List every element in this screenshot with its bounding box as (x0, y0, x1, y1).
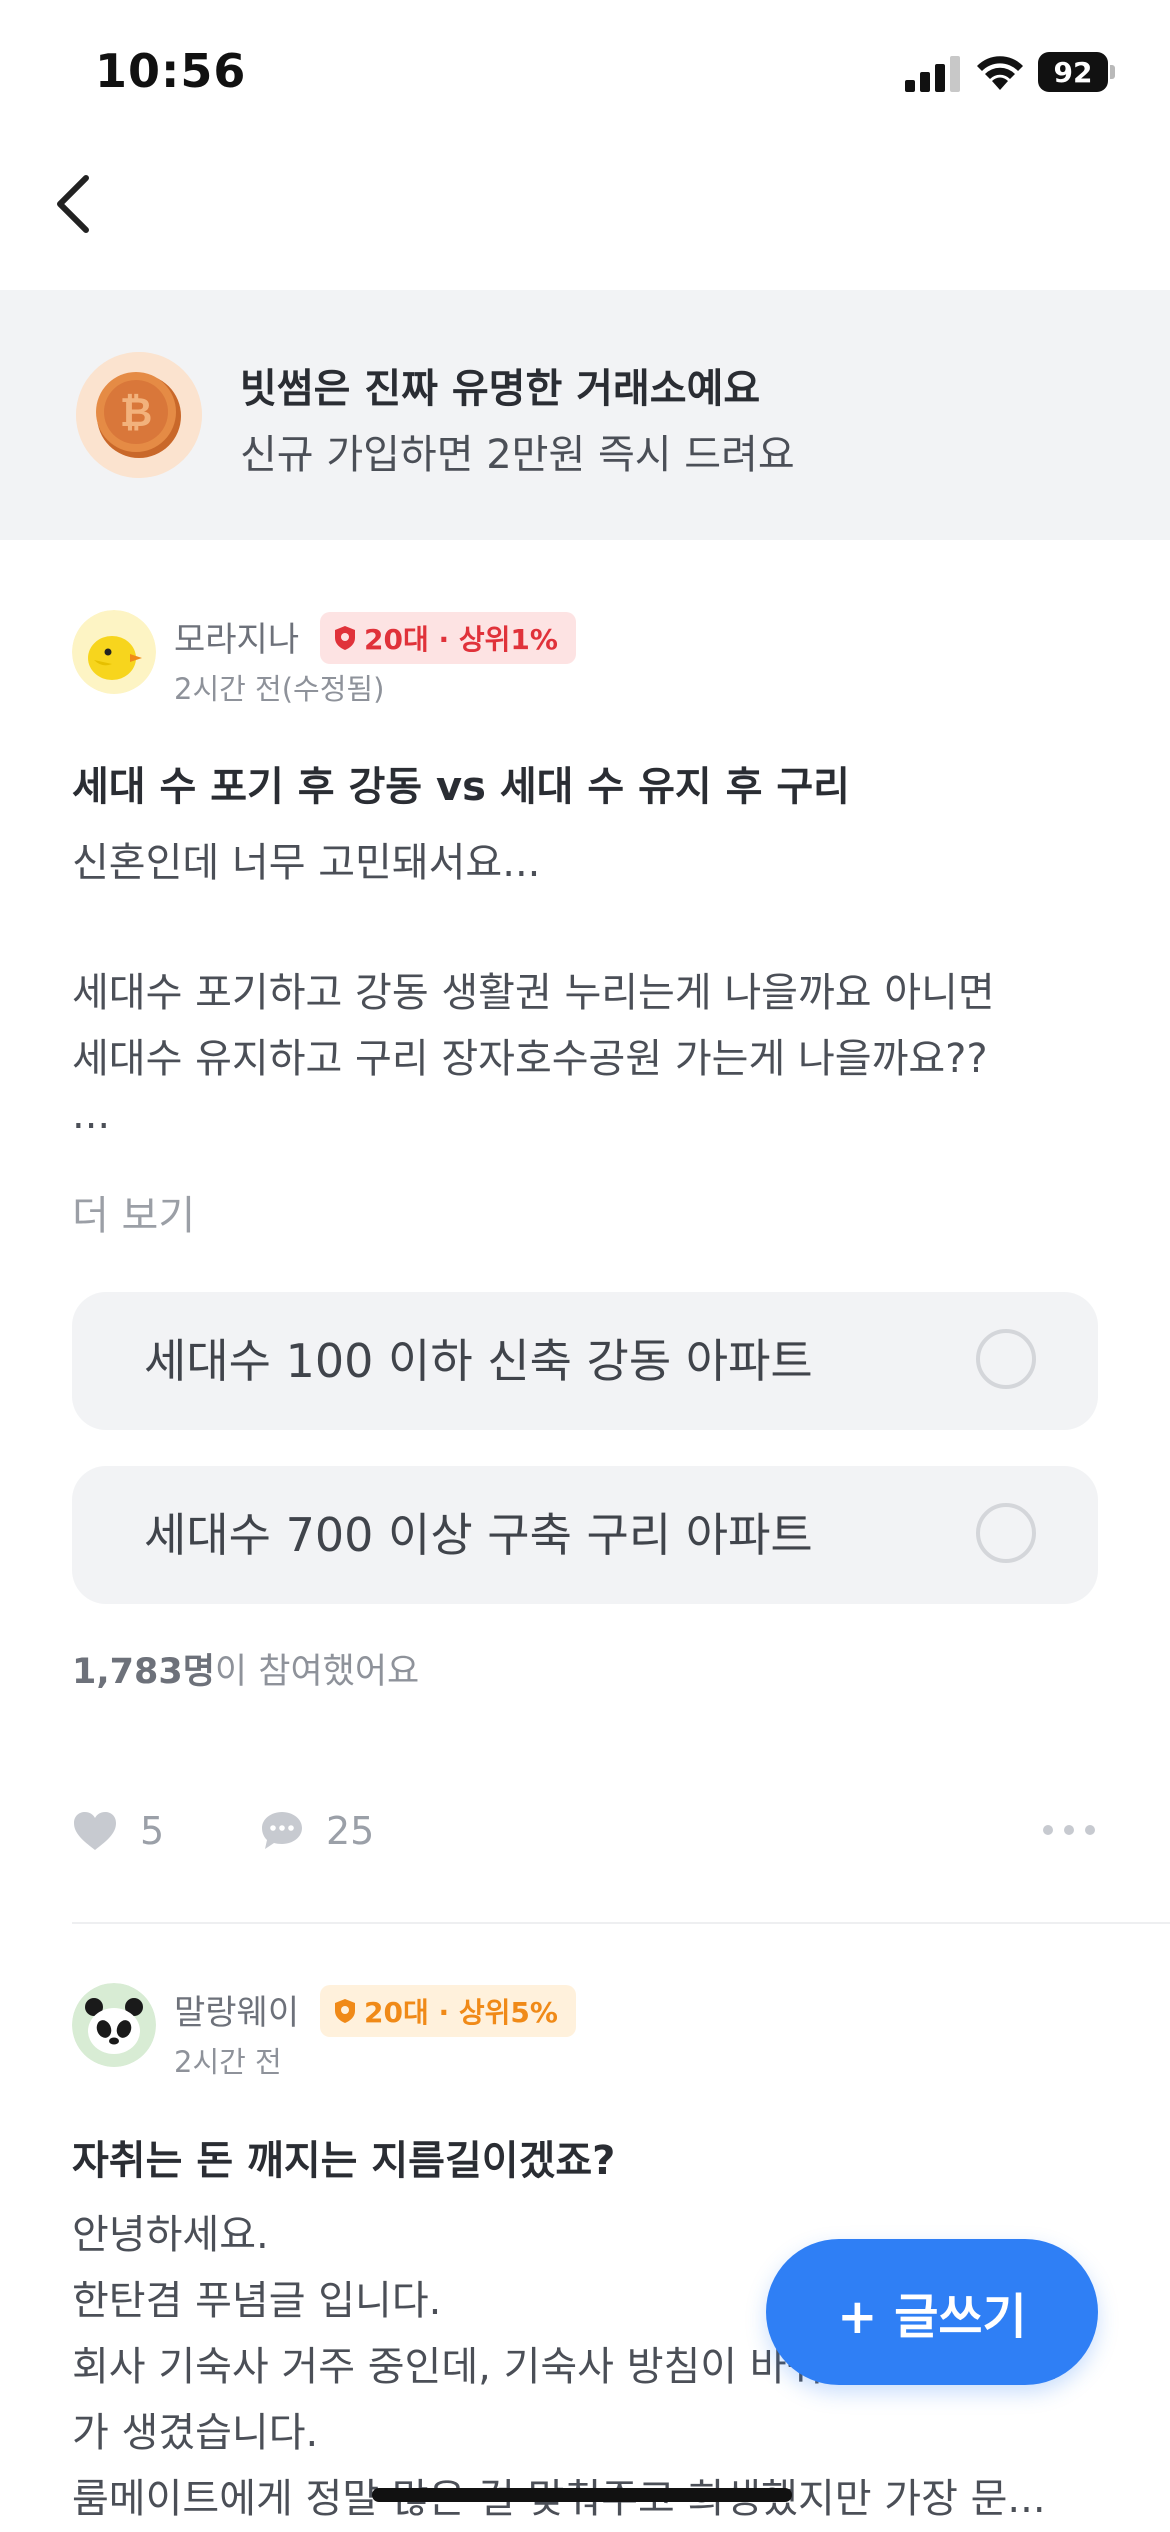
post-divider (72, 1922, 1170, 1924)
poll-option-label: 세대수 100 이하 신축 강동 아파트 (144, 1334, 813, 1388)
more-options-icon[interactable] (1040, 1818, 1098, 1842)
author-name[interactable]: 말랑웨이 (174, 1985, 299, 2034)
badge-text: 20대 · 상위1% (364, 623, 558, 656)
write-post-button[interactable]: + 글쓰기 (766, 2239, 1098, 2385)
post-body-line: 신혼인데 너무 고민돼서요... (72, 840, 541, 886)
post-body-line: ... (72, 1092, 111, 1138)
signal-icon (905, 56, 960, 92)
home-indicator[interactable] (372, 2488, 792, 2502)
post-body-line: 가 생겼습니다. (72, 2410, 319, 2456)
banner-title: 빗썸은 진짜 유명한 거래소예요 (240, 366, 761, 412)
post-time: 2시간 전 (174, 2045, 282, 2079)
bitcoin-coin-icon: ₿ (76, 352, 202, 478)
post-time: 2시간 전(수정됨) (174, 672, 385, 706)
like-count: 5 (140, 1809, 165, 1853)
badge-text: 20대 · 상위5% (364, 1996, 558, 2029)
comment-button[interactable]: 25 (260, 1805, 374, 1857)
participants-count: 1,783명 (72, 1652, 215, 1692)
battery-icon: 92 (1038, 52, 1115, 92)
poll-option[interactable]: 세대수 700 이상 구축 구리 아파트 (72, 1466, 1098, 1604)
chevron-left-icon[interactable] (46, 168, 106, 238)
like-button[interactable]: 5 (72, 1805, 164, 1857)
shield-icon (335, 626, 355, 650)
wifi-icon (977, 56, 1023, 90)
author-name[interactable]: 모라지나 (174, 612, 299, 661)
post-body-line: 안녕하세요. (72, 2212, 269, 2258)
post-body-line: 세대수 포기하고 강동 생활권 누리는게 나을까요 아니면 (72, 970, 995, 1016)
post-title[interactable]: 세대 수 포기 후 강동 vs 세대 수 유지 후 구리 (72, 754, 850, 812)
chick-avatar[interactable] (72, 610, 156, 694)
post-body-line: 한탄겸 푸념글 입니다. (72, 2278, 442, 2324)
comment-count: 25 (326, 1809, 375, 1853)
radio-button[interactable] (976, 1503, 1036, 1563)
poll-option-label: 세대수 700 이상 구축 구리 아파트 (144, 1508, 813, 1562)
comment-icon (262, 1812, 302, 1849)
status-time: 10:56 (95, 44, 247, 98)
rank-badge: 20대 · 상위5% (320, 1985, 576, 2037)
participants-suffix: 이 참여했어요 (214, 1652, 420, 1692)
rank-badge: 20대 · 상위1% (320, 612, 576, 664)
heart-icon (74, 1812, 116, 1850)
shield-icon (335, 1999, 355, 2023)
more-link[interactable]: 더 보기 (72, 1183, 195, 1241)
radio-button[interactable] (976, 1329, 1036, 1389)
svg-text:₿: ₿ (120, 390, 153, 436)
banner-subtitle: 신규 가입하면 2만원 즉시 드려요 (240, 432, 795, 478)
panda-avatar[interactable] (72, 1983, 156, 2067)
post-body-line: 세대수 유지하고 구리 장자호수공원 가는게 나을까요?? (72, 1036, 988, 1082)
poll-participants: 1,783명이 참여했어요 (72, 1643, 419, 1694)
poll-option[interactable]: 세대수 100 이하 신축 강동 아파트 (72, 1292, 1098, 1430)
status-bar: 10:56 92 (0, 0, 1170, 150)
post-title[interactable]: 자취는 돈 깨지는 지름길이겠죠? (72, 2128, 615, 2186)
battery-level: 92 (1038, 52, 1108, 92)
